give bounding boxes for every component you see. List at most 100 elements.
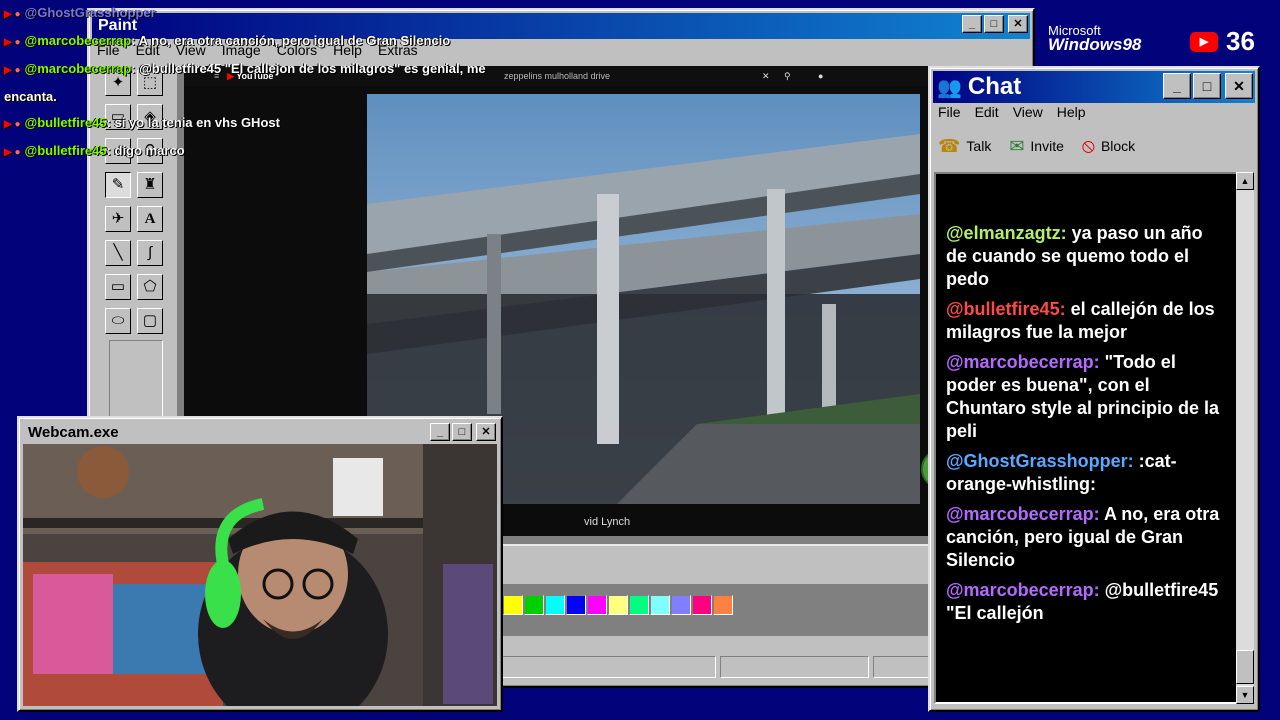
- talk-button[interactable]: ☎ Talk: [938, 136, 991, 157]
- airbrush-icon[interactable]: ✈: [105, 206, 131, 232]
- chat-username[interactable]: @elmanzagtz:: [946, 223, 1067, 243]
- maximize-button[interactable]: □: [452, 423, 472, 441]
- overlay-text: : si yo la tenia en vhs GHost: [106, 115, 280, 130]
- phone-icon: ☎: [938, 135, 961, 156]
- chat-username[interactable]: @bulletfire45:: [946, 299, 1066, 319]
- chat-menu-help[interactable]: Help: [1057, 104, 1086, 120]
- overlay-username: @marcobecerrap: [24, 33, 132, 48]
- chat-message: @marcobecerrap: "Todo el poder es buena"…: [946, 351, 1228, 443]
- chat-message: @GhostGrasshopper: :cat-orange-whistling…: [946, 450, 1228, 496]
- scroll-down-icon[interactable]: ▼: [1236, 686, 1254, 704]
- status-panel-main: [497, 656, 717, 678]
- webcam-title: Webcam.exe: [28, 423, 119, 441]
- pencil-icon[interactable]: ✎: [105, 172, 131, 198]
- chat-menubar: File Edit View Help: [938, 104, 1086, 120]
- chat-toolbar: ☎ Talk ✉ Invite ⦸ Block: [938, 130, 1135, 162]
- chat-message: @marcobecerrap: A no, era otra canción, …: [946, 503, 1228, 572]
- chat-title: Chat: [967, 73, 1022, 100]
- chat-message: @elmanzagtz: ya paso un año de cuando se…: [946, 222, 1228, 291]
- overlay-username: @marcobecerrap: [24, 61, 132, 76]
- ellipse-icon[interactable]: ⬭: [105, 308, 131, 334]
- chat-message: @bulletfire45: el callejón de los milagr…: [946, 298, 1228, 344]
- ms-line2: Windows98: [1048, 35, 1142, 54]
- overlay-text: encanta.: [4, 89, 57, 104]
- swatch-green[interactable]: [524, 595, 544, 615]
- overlay-message: ▶ ● @marcobecerrap: @bulletfire45 "El cal…: [4, 56, 564, 84]
- minimize-button[interactable]: _: [430, 423, 450, 441]
- chat-username[interactable]: @marcobecerrap:: [946, 352, 1100, 372]
- mic-icon[interactable]: ●: [818, 71, 823, 81]
- overlay-message: ▶ ● @marcobecerrap: A no, era otra canció…: [4, 28, 564, 56]
- youtube-icon: ▶: [1190, 31, 1218, 52]
- overlay-message: ▶ ● @bulletfire45: si yo la tenia en vhs …: [4, 110, 564, 138]
- youtube-badge-icon: ▶ ●: [4, 37, 21, 48]
- chat-menu-edit[interactable]: Edit: [975, 104, 999, 120]
- close-button[interactable]: ✕: [1225, 73, 1253, 99]
- swatch-cyan[interactable]: [545, 595, 565, 615]
- overlay-text: : @bulletfire45 "El callejon de los mila…: [131, 61, 486, 76]
- clear-icon[interactable]: ✕: [762, 71, 770, 82]
- tool-options[interactable]: [109, 340, 163, 420]
- maximize-button[interactable]: □: [984, 15, 1004, 33]
- invite-button[interactable]: ✉ Invite: [1009, 136, 1064, 157]
- chat-people-icon: 👥: [937, 76, 962, 99]
- overlay-text: : A no, era otra canción, pero igual de …: [131, 33, 451, 48]
- webcam-window: Webcam.exe _ □ ✕: [17, 416, 503, 712]
- webcam-titlebar[interactable]: Webcam.exe _ □ ✕: [22, 421, 498, 443]
- close-button[interactable]: ✕: [476, 423, 496, 441]
- brush-icon[interactable]: ♜: [137, 172, 163, 198]
- chat-log[interactable]: @elmanzagtz: ya paso un año de cuando se…: [934, 172, 1240, 704]
- swatch-light-cyan[interactable]: [650, 595, 670, 615]
- minimize-button[interactable]: _: [962, 15, 982, 33]
- polygon-icon[interactable]: ⬠: [137, 274, 163, 300]
- chat-username[interactable]: @marcobecerrap:: [946, 580, 1100, 600]
- chat-message: @marcobecerrap: @bulletfire45 "El callej…: [946, 579, 1228, 625]
- invite-label: Invite: [1030, 138, 1064, 154]
- block-button[interactable]: ⦸ Block: [1082, 135, 1135, 158]
- scroll-up-icon[interactable]: ▲: [1236, 172, 1254, 190]
- overlay-text: : digo marco: [106, 143, 185, 158]
- status-panel-coords: [720, 656, 870, 678]
- chat-username[interactable]: @GhostGrasshopper:: [946, 451, 1134, 471]
- line-icon[interactable]: ╲: [105, 240, 131, 266]
- overlay-message: ▶ ● @bulletfire45: digo marco: [4, 138, 564, 166]
- overlay-username: @bulletfire45: [24, 143, 107, 158]
- swatch-magenta[interactable]: [587, 595, 607, 615]
- youtube-badge-icon: ▶ ●: [4, 65, 21, 76]
- color-palette: [503, 595, 733, 615]
- rounded-rect-icon[interactable]: ▢: [137, 308, 163, 334]
- swatch-orange[interactable]: [713, 595, 733, 615]
- chat-scrollbar[interactable]: ▲ ▼: [1236, 172, 1254, 704]
- swatch-periwinkle[interactable]: [671, 595, 691, 615]
- close-button[interactable]: ✕: [1008, 15, 1028, 33]
- overlay-message: ▶ ● @GhostGrasshopper: [4, 0, 564, 28]
- swatch-light-yellow[interactable]: [608, 595, 628, 615]
- invite-icon: ✉: [1009, 135, 1025, 156]
- overlay-message: encanta.: [4, 84, 564, 110]
- youtube-badge-icon: ▶ ●: [4, 9, 21, 20]
- swatch-blue[interactable]: [566, 595, 586, 615]
- talk-label: Talk: [966, 138, 992, 154]
- block-icon: ⦸: [1081, 134, 1095, 157]
- swatch-pink[interactable]: [692, 595, 712, 615]
- search-icon[interactable]: ⚲: [784, 71, 791, 82]
- scroll-thumb[interactable]: [1236, 650, 1254, 684]
- text-icon[interactable]: A: [137, 206, 163, 232]
- swatch-spring-green[interactable]: [629, 595, 649, 615]
- rectangle-icon[interactable]: ▭: [105, 274, 131, 300]
- viewer-count: 36: [1226, 26, 1255, 56]
- maximize-button[interactable]: □: [1193, 73, 1221, 99]
- chat-menu-file[interactable]: File: [938, 104, 961, 120]
- chat-menu-view[interactable]: View: [1013, 104, 1043, 120]
- chat-titlebar[interactable]: 👥 Chat _ □ ✕: [933, 71, 1255, 103]
- overlay-username: @GhostGrasshopper: [24, 5, 156, 20]
- minimize-button[interactable]: _: [1163, 73, 1191, 99]
- swatch-yellow[interactable]: [503, 595, 523, 615]
- stream-overlay-chat: ▶ ● @GhostGrasshopper ▶ ● @marcobecerrap: A…: [4, 0, 564, 166]
- youtube-badge-icon: ▶ ●: [4, 147, 21, 158]
- windows98-logo: Microsoft Windows98: [1048, 24, 1142, 54]
- chat-window: 👥 Chat _ □ ✕ File Edit View Help ☎ Talk …: [928, 66, 1260, 712]
- chat-username[interactable]: @marcobecerrap:: [946, 504, 1100, 524]
- curve-icon[interactable]: ∫: [137, 240, 163, 266]
- viewer-counter: ▶ 36: [1190, 26, 1255, 57]
